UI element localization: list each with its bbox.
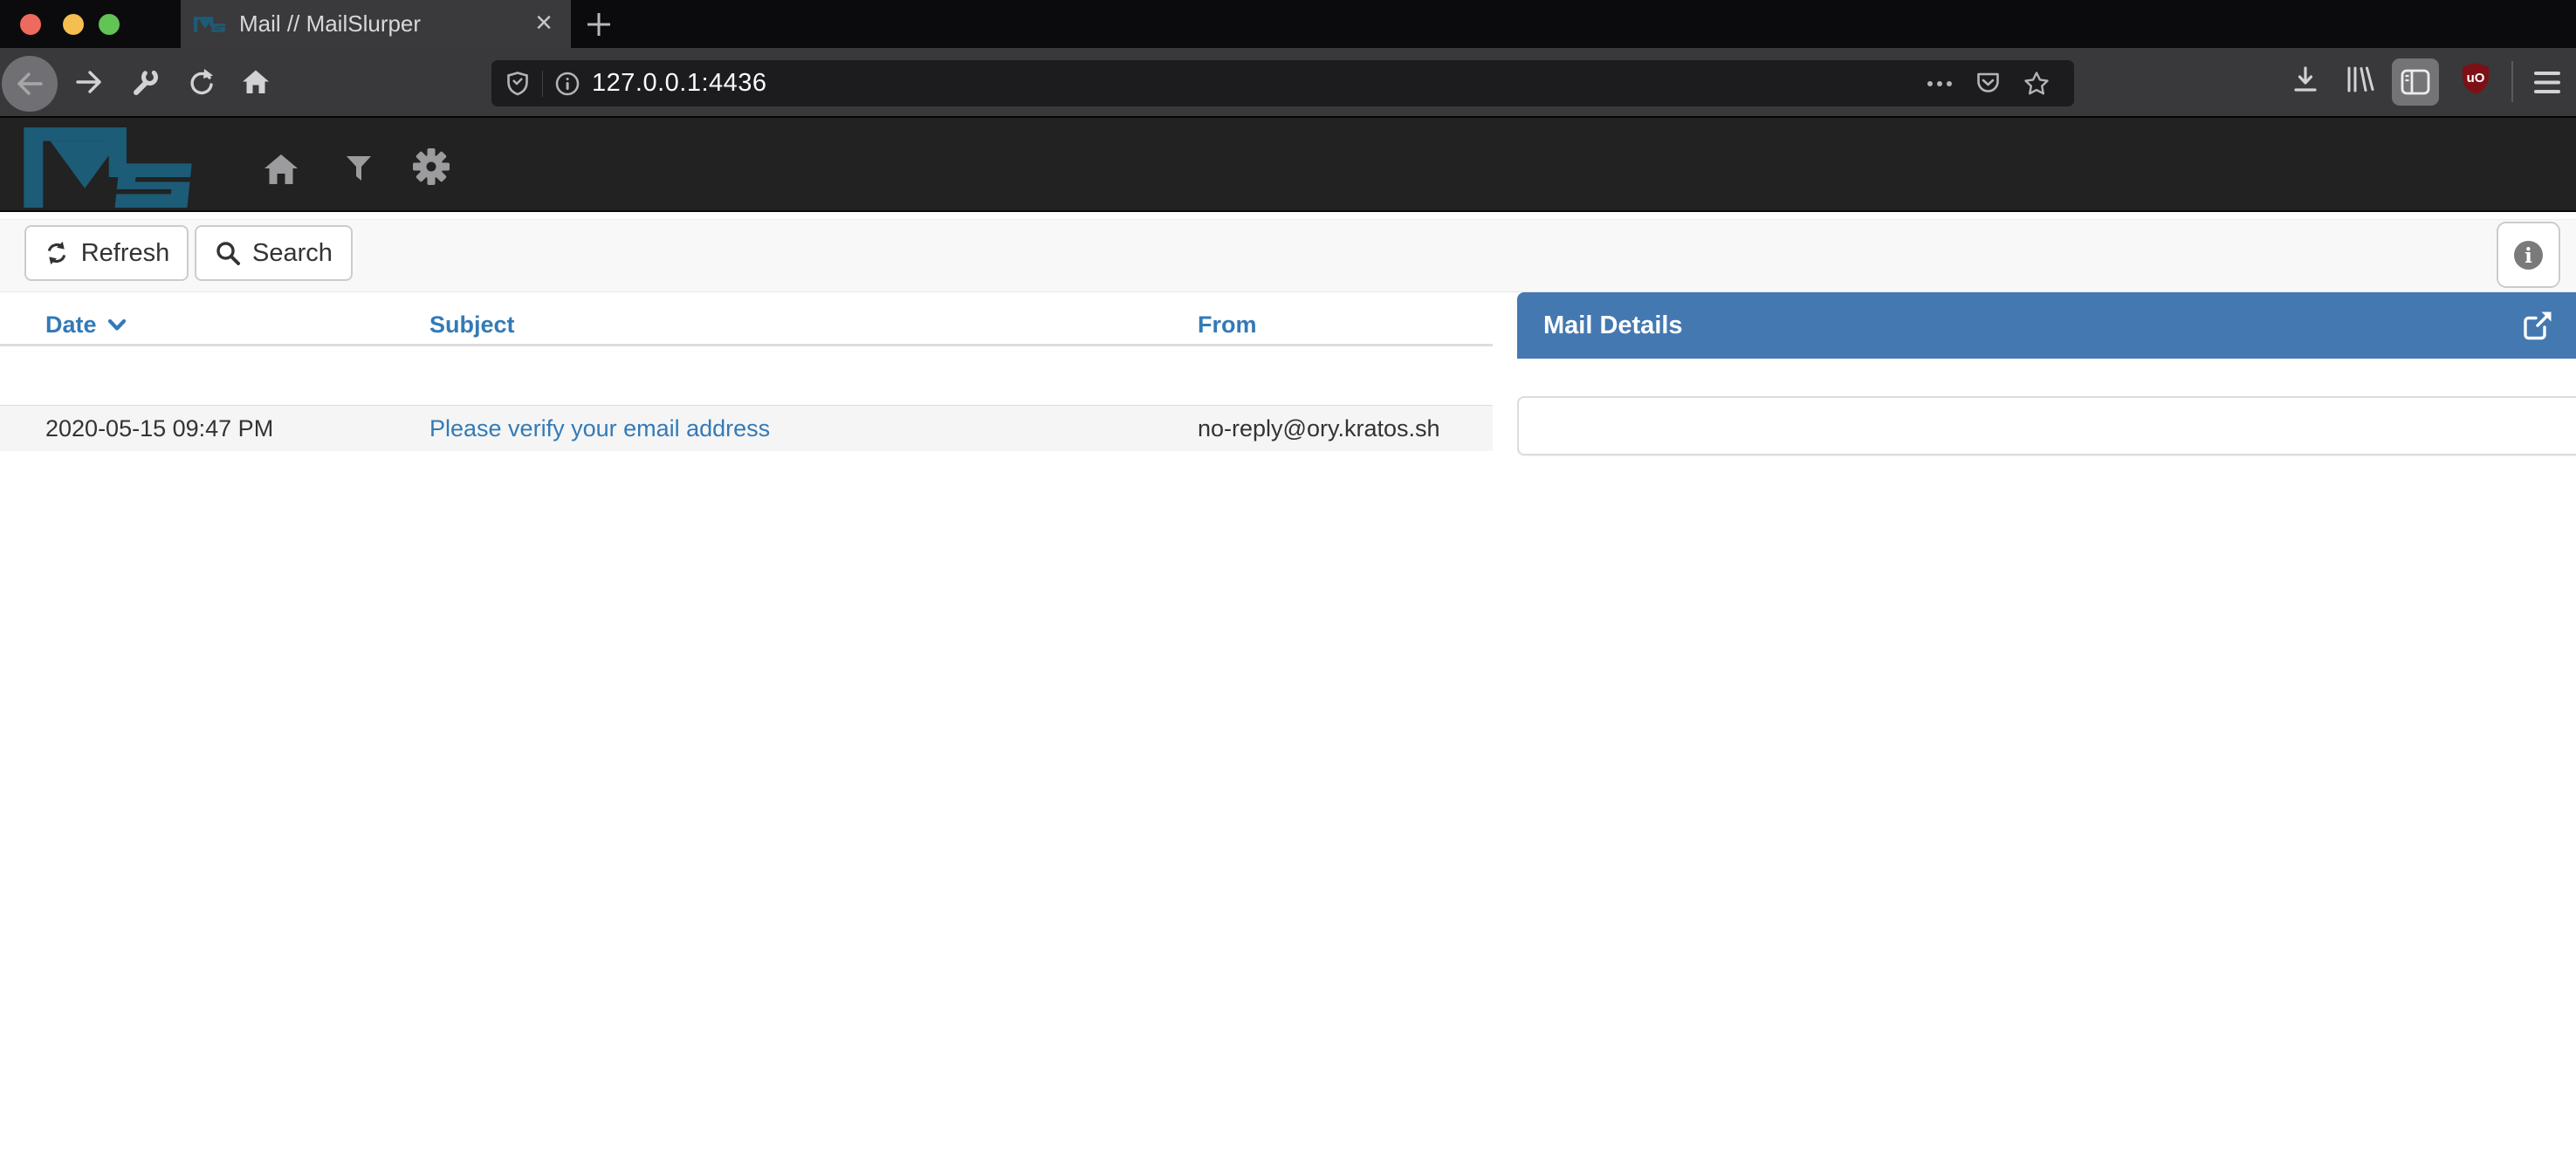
- url-text[interactable]: 127.0.0.1:4436: [592, 69, 767, 98]
- browser-toolbar: 127.0.0.1:4436: [0, 48, 2576, 116]
- external-link-icon[interactable]: [2521, 309, 2554, 342]
- toolbar-separator: [2511, 61, 2513, 102]
- pocket-icon[interactable]: [1975, 72, 2001, 96]
- search-button[interactable]: Search: [195, 225, 353, 281]
- mail-subject-link[interactable]: Please verify your email address: [429, 406, 770, 452]
- plus-icon: [585, 10, 613, 38]
- gear-icon[interactable]: [412, 147, 450, 186]
- search-label: Search: [252, 239, 333, 268]
- info-button[interactable]: i: [2497, 222, 2560, 288]
- mailslurper-favicon-icon: [194, 16, 229, 33]
- screen: Mail // MailSlurper ×: [0, 0, 2576, 1157]
- tab-close-icon[interactable]: ×: [529, 0, 559, 48]
- column-label: From: [1198, 307, 1257, 342]
- browser-tab[interactable]: Mail // MailSlurper ×: [181, 0, 571, 48]
- refresh-icon: [44, 240, 70, 266]
- app-toolbar: Refresh Search i: [0, 219, 2576, 292]
- browser-titlebar: Mail // MailSlurper ×: [0, 0, 2576, 48]
- divider: [542, 71, 543, 97]
- app-navbar: [0, 116, 2576, 212]
- mailslurper-logo: [21, 127, 211, 208]
- panel-title: Mail Details: [1543, 292, 1683, 359]
- new-tab-button[interactable]: [578, 0, 620, 48]
- svg-text:i: i: [2524, 244, 2532, 268]
- tab-title: Mail // MailSlurper: [239, 10, 421, 38]
- refresh-label: Refresh: [81, 239, 170, 268]
- back-button[interactable]: [2, 56, 58, 112]
- sidebar-button-active[interactable]: [2392, 58, 2439, 106]
- column-header-subject[interactable]: Subject: [429, 307, 515, 342]
- chevron-down-icon: [107, 318, 127, 332]
- search-icon: [215, 240, 241, 266]
- refresh-button[interactable]: Refresh: [24, 225, 189, 281]
- home-icon[interactable]: [263, 153, 299, 186]
- mail-details-panel: Mail Details: [1517, 292, 2576, 455]
- address-bar[interactable]: 127.0.0.1:4436: [491, 60, 2074, 106]
- column-label: Date: [45, 307, 97, 342]
- wrench-icon[interactable]: [129, 66, 161, 98]
- column-header-date[interactable]: Date: [45, 307, 127, 342]
- menu-hamburger-icon[interactable]: [2533, 71, 2561, 94]
- window-close-button[interactable]: [20, 14, 41, 35]
- mail-date: 2020-05-15 09:47 PM: [45, 406, 273, 452]
- downloads-icon[interactable]: [2291, 65, 2319, 93]
- svg-text:uO: uO: [2467, 71, 2485, 86]
- window-zoom-button[interactable]: [99, 14, 120, 35]
- site-info-icon[interactable]: [554, 71, 580, 97]
- table-header-divider: [0, 344, 1493, 346]
- home-icon[interactable]: [240, 66, 271, 98]
- window-minimize-button[interactable]: [63, 14, 84, 35]
- info-circle-icon: i: [2512, 239, 2545, 271]
- tracking-protection-shield-icon[interactable]: [505, 71, 530, 96]
- column-header-from[interactable]: From: [1198, 307, 1257, 342]
- bookmark-star-icon[interactable]: [2023, 71, 2050, 96]
- filter-icon[interactable]: [347, 156, 371, 182]
- sidebar-icon: [2400, 67, 2431, 97]
- forward-icon[interactable]: [73, 66, 105, 98]
- mail-row[interactable]: 2020-05-15 09:47 PM Please verify your e…: [0, 405, 1493, 451]
- mail-details-header: Mail Details: [1517, 292, 2576, 359]
- column-label: Subject: [429, 307, 515, 342]
- back-icon: [14, 68, 45, 99]
- reload-icon[interactable]: [185, 66, 216, 98]
- mail-details-body: [1517, 396, 2576, 455]
- ublock-origin-icon[interactable]: uO: [2459, 61, 2492, 96]
- library-icon[interactable]: [2345, 65, 2374, 93]
- mail-from: no-reply@ory.kratos.sh: [1198, 406, 1440, 452]
- page-actions-ellipsis-icon[interactable]: [1927, 79, 1953, 88]
